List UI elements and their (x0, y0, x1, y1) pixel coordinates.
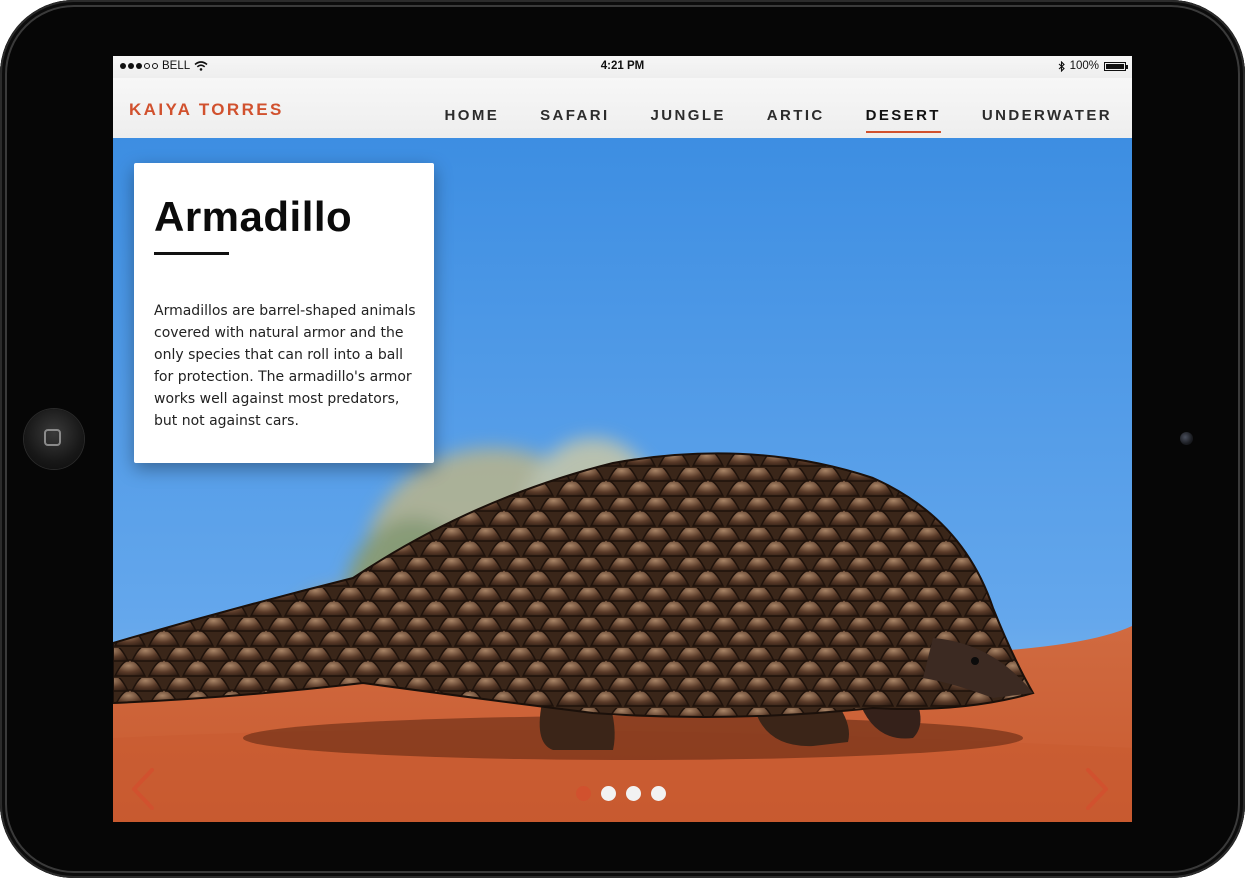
site-header: KAIYA TORRES HOME SAFARI JUNGLE ARTIC DE… (113, 78, 1132, 139)
hero-slide: Armadillo Armadillos are barrel-shaped a… (113, 138, 1132, 822)
brand-logo[interactable]: KAIYA TORRES (129, 100, 284, 120)
pager-dot-3[interactable] (626, 786, 641, 801)
pager-dot-2[interactable] (601, 786, 616, 801)
home-square-icon (44, 429, 61, 446)
camera-lens (1180, 432, 1193, 445)
screen: BELL 4:21 PM 100% KAIYA TORRES HOME SAFA… (113, 56, 1132, 822)
animal-title: Armadillo (154, 193, 353, 240)
nav-jungle[interactable]: JUNGLE (651, 107, 726, 133)
battery-percent: 100% (1069, 60, 1099, 72)
pager-dot-4[interactable] (651, 786, 666, 801)
nav-artic[interactable]: ARTIC (767, 107, 825, 133)
bluetooth-icon (1058, 60, 1065, 72)
ipad-frame: BELL 4:21 PM 100% KAIYA TORRES HOME SAFA… (0, 0, 1245, 878)
home-button[interactable] (24, 409, 84, 469)
status-bar: BELL 4:21 PM 100% (113, 56, 1132, 78)
title-divider (154, 252, 229, 255)
nav-home[interactable]: HOME (445, 107, 500, 133)
animal-description: Armadillos are barrel-shaped animals cov… (154, 303, 416, 429)
pager-dot-1[interactable] (576, 786, 591, 801)
chevron-right-icon[interactable] (1082, 766, 1114, 812)
clock: 4:21 PM (600, 60, 645, 72)
carousel-pager (576, 786, 666, 801)
status-right: 100% (1058, 60, 1128, 72)
nav-safari[interactable]: SAFARI (540, 107, 609, 133)
main-nav: HOME SAFARI JUNGLE ARTIC DESERT UNDERWAT… (445, 107, 1112, 133)
nav-underwater[interactable]: UNDERWATER (982, 107, 1112, 133)
nav-desert[interactable]: DESERT (865, 107, 942, 133)
info-card: Armadillo Armadillos are barrel-shaped a… (134, 163, 434, 463)
battery-icon (1104, 61, 1128, 71)
chevron-left-icon[interactable] (126, 766, 158, 812)
